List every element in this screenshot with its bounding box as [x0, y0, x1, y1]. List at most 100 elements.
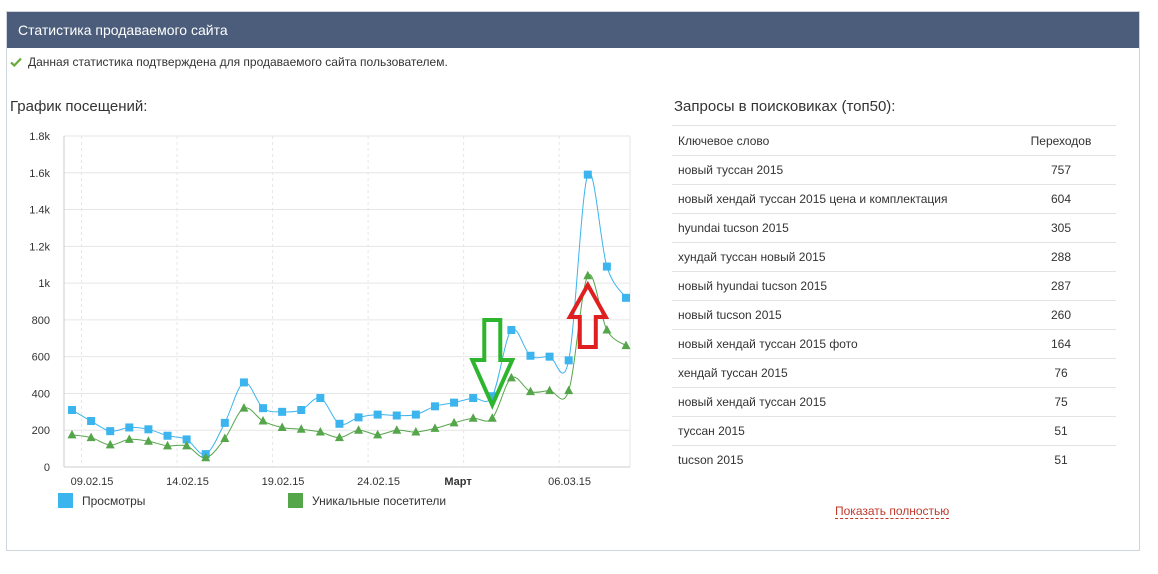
views-point: [469, 394, 478, 403]
visits-cell: 260: [1006, 300, 1116, 330]
y-tick-label: 0: [44, 462, 50, 474]
views-line: [71, 172, 627, 455]
x-tick-label: 06.03.15: [548, 476, 591, 488]
views-point: [125, 423, 134, 432]
visits-cell: 164: [1006, 329, 1116, 359]
x-tick-label: 14.02.15: [166, 476, 209, 488]
visits-cell: 75: [1006, 387, 1116, 417]
y-tick-label: 800: [32, 315, 50, 327]
unique-point: [392, 425, 402, 434]
col-visits-header: Переходов: [1006, 125, 1116, 156]
x-tick-label: Март: [444, 476, 472, 488]
visits-cell: 305: [1006, 213, 1116, 243]
unique-point: [621, 340, 631, 350]
visits-cell: 51: [1006, 416, 1116, 446]
views-point: [622, 293, 630, 302]
views-point: [239, 378, 248, 387]
views-point: [526, 351, 535, 360]
views-point: [411, 410, 420, 419]
x-tick-label: 19.02.15: [262, 476, 305, 488]
views-point: [278, 407, 287, 416]
unique-point: [545, 385, 555, 395]
unique-point: [564, 385, 574, 395]
keyword-row: новый хендай туссан 2015 фото 164: [672, 329, 1116, 359]
views-point: [144, 425, 153, 434]
keyword-row: tucson 2015 51: [672, 446, 1116, 475]
unique-point: [602, 325, 612, 334]
y-tick-label: 1.6k: [29, 168, 50, 180]
keyword-cell: хундай туссан новый 2015: [672, 242, 1006, 272]
views-point: [87, 417, 96, 426]
keywords-title: Запросы в поисковиках (топ50):: [674, 98, 896, 115]
unique-point: [487, 413, 497, 422]
keywords-header-row: Ключевое слово Переходов: [672, 125, 1116, 156]
visits-cell: 757: [1006, 155, 1116, 185]
unique-point: [258, 416, 268, 425]
visits-chart: 0 200 400 600 800 1k 1.2k 1.4k 1.6k 1.8k 09.02.15 1…: [29, 131, 631, 488]
views-point: [68, 405, 76, 414]
y-tick-label: 1k: [38, 278, 50, 290]
keyword-row: новый хендай туссан 2015 75: [672, 387, 1116, 417]
views-point: [335, 419, 344, 428]
views-point: [583, 170, 592, 179]
x-tick-label: 09.02.15: [71, 476, 114, 488]
unique-point: [67, 429, 77, 439]
views-point: [297, 405, 306, 414]
legend-label-views: Просмотры: [82, 493, 146, 508]
unique-point: [220, 433, 230, 442]
views-point: [430, 402, 439, 411]
y-tick-label: 200: [32, 425, 50, 437]
keyword-row: новый туссан 2015 757: [672, 155, 1116, 185]
keyword-cell: новый хендай туссан 2015 цена и комплект…: [672, 184, 1006, 214]
unique-point: [468, 413, 478, 422]
keyword-cell: туссан 2015: [672, 416, 1006, 446]
views-point: [259, 404, 268, 413]
legend-swatch-unique: [288, 493, 303, 508]
unique-point: [354, 425, 364, 434]
keyword-row: хендай туссан 2015 76: [672, 358, 1116, 388]
y-tick-label: 1.2k: [29, 241, 50, 253]
keyword-cell: новый hyundai tucson 2015: [672, 271, 1006, 301]
unique-point: [124, 434, 134, 443]
keyword-cell: новый туссан 2015: [672, 155, 1006, 185]
keyword-row: хундай туссан новый 2015 288: [672, 242, 1116, 272]
legend-item-views[interactable]: Просмотры: [58, 493, 145, 508]
x-tick-label: 24.02.15: [357, 476, 400, 488]
keyword-row: туссан 2015 51: [672, 416, 1116, 446]
y-tick-label: 1.8k: [29, 131, 50, 143]
legend-label-unique: Уникальные посетители: [312, 493, 447, 508]
views-point: [106, 427, 115, 436]
legend-swatch-views: [58, 493, 73, 508]
views-point: [392, 411, 401, 420]
keyword-cell: хендай туссан 2015: [672, 358, 1006, 388]
legend-item-unique[interactable]: Уникальные посетители: [288, 493, 446, 508]
visits-cell: 76: [1006, 358, 1116, 388]
y-tick-label: 600: [32, 352, 50, 364]
views-point: [163, 431, 172, 440]
show-all-link[interactable]: Показать полностью: [835, 504, 950, 519]
views-point: [450, 398, 459, 407]
visits-cell: 287: [1006, 271, 1116, 301]
col-keyword-header: Ключевое слово: [672, 125, 1006, 156]
views-point: [602, 262, 611, 271]
views-point: [354, 413, 363, 422]
keyword-row: hyundai tucson 2015 305: [672, 213, 1116, 243]
views-point: [564, 356, 573, 365]
views-point: [545, 352, 554, 361]
views-point: [220, 418, 229, 427]
keyword-cell: hyundai tucson 2015: [672, 213, 1006, 243]
keyword-cell: новый tucson 2015: [672, 300, 1006, 330]
views-point: [316, 394, 325, 403]
views-point: [373, 410, 382, 419]
keyword-row: новый hyundai tucson 2015 287: [672, 271, 1116, 301]
keyword-cell: новый хендай туссан 2015 фото: [672, 329, 1006, 359]
visits-cell: 51: [1054, 453, 1068, 468]
keywords-table: Ключевое слово Переходов новый туссан 20…: [672, 125, 1116, 475]
keyword-cell: новый хендай туссан 2015: [672, 387, 1006, 417]
y-tick-label: 400: [32, 388, 50, 400]
keyword-row: новый tucson 2015 260: [672, 300, 1116, 330]
keyword-row: новый хендай туссан 2015 цена и комплект…: [672, 184, 1116, 214]
unique-point: [525, 386, 535, 396]
visits-cell: 604: [1006, 184, 1116, 214]
keyword-cell: tucson 2015: [678, 453, 744, 468]
